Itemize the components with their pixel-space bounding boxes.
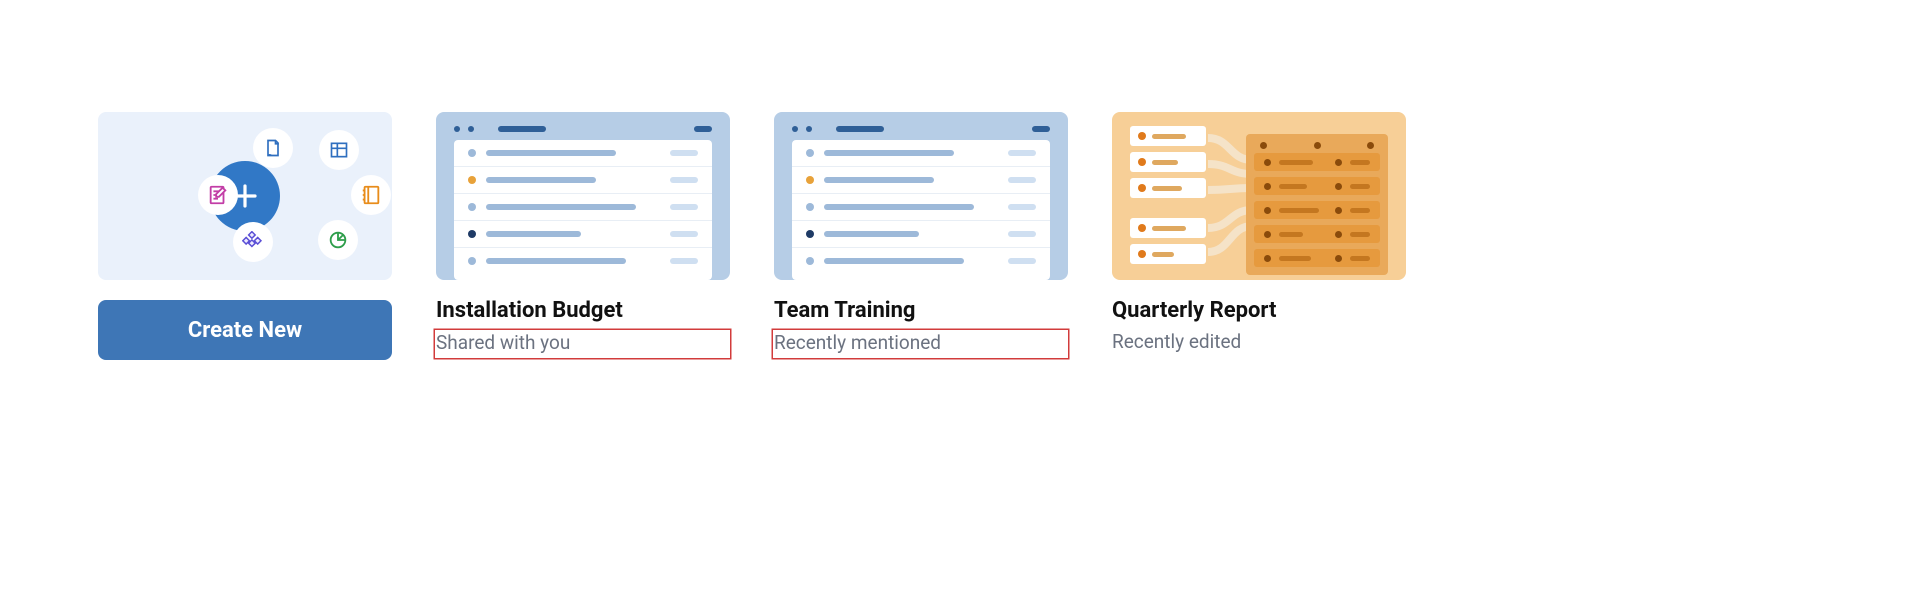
doc-thumbnail	[774, 112, 1068, 280]
create-new-button[interactable]: Create New	[98, 300, 392, 360]
doc-card-team-training[interactable]: Team Training Recently mentioned	[774, 112, 1068, 360]
form-icon	[198, 175, 238, 215]
doc-title: Installation Budget	[436, 298, 730, 324]
table-icon	[319, 130, 359, 170]
doc-thumbnail	[436, 112, 730, 280]
doc-subtitle: Shared with you	[435, 330, 730, 358]
doc-subtitle: Recently mentioned	[773, 330, 1068, 358]
doc-title: Team Training	[774, 298, 1068, 324]
pie-chart-icon	[318, 220, 358, 260]
notebook-icon	[351, 175, 391, 215]
document-icon	[253, 128, 293, 168]
doc-title: Quarterly Report	[1112, 298, 1406, 324]
create-new-illustration	[98, 112, 392, 280]
modules-icon	[233, 222, 273, 262]
doc-card-quarterly-report[interactable]: Quarterly Report Recently edited	[1112, 112, 1406, 360]
dashboard-cards-row: Create New Install	[98, 112, 1406, 360]
doc-subtitle: Recently edited	[1112, 330, 1406, 354]
doc-card-installation-budget[interactable]: Installation Budget Shared with you	[436, 112, 730, 360]
create-new-card[interactable]: Create New	[98, 112, 392, 360]
doc-thumbnail	[1112, 112, 1406, 280]
